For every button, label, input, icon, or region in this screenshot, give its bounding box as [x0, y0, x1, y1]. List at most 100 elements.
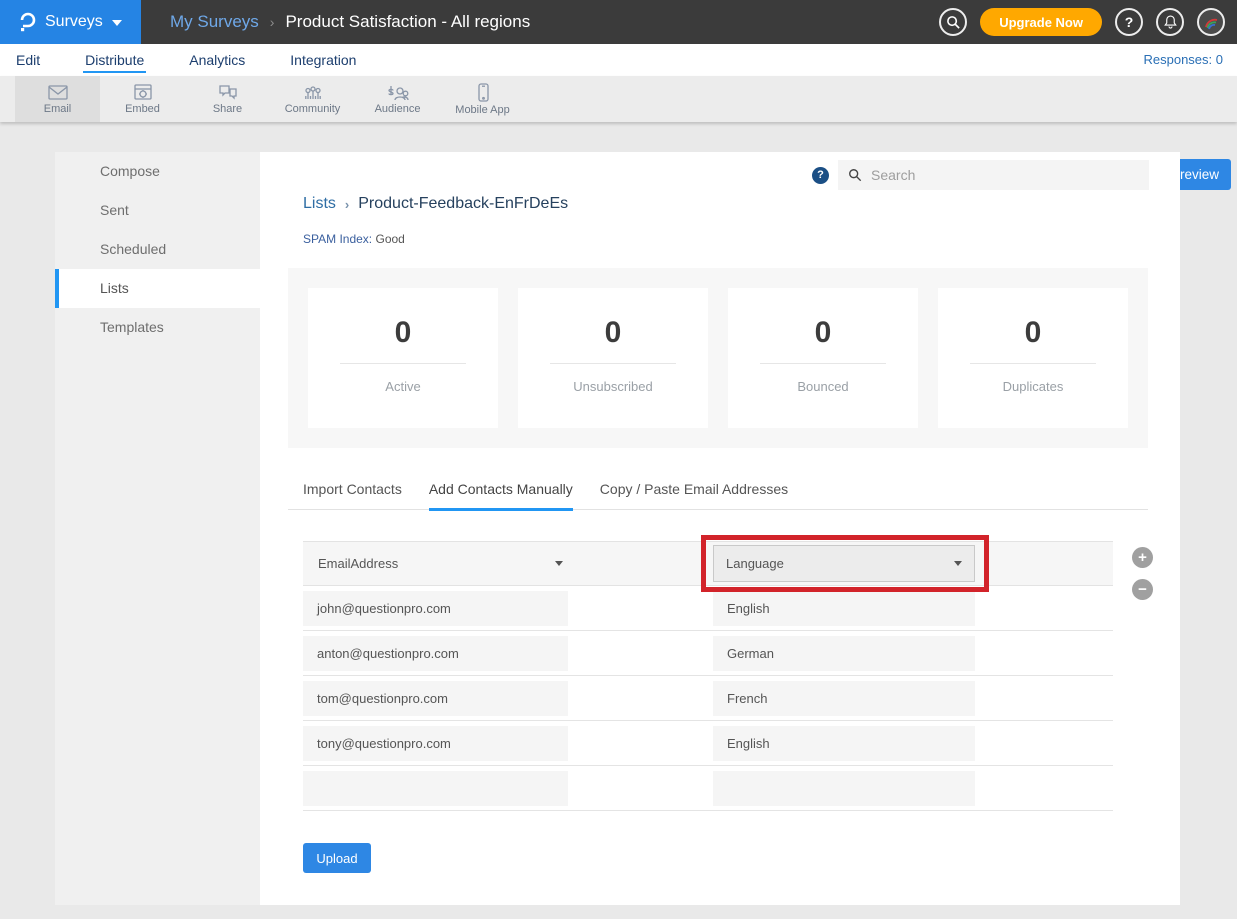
upload-button[interactable]: Upload [303, 843, 371, 873]
email-field[interactable]: john@questionpro.com [303, 591, 568, 626]
nav-tab-analytics[interactable]: Analytics [187, 47, 247, 73]
chevron-down-icon [555, 561, 563, 566]
stat-label: Active [308, 379, 498, 394]
top-header: Surveys My Surveys › Product Satisfactio… [0, 0, 1237, 44]
language-column-label: Language [726, 556, 784, 571]
add-row-button[interactable]: + [1132, 547, 1153, 568]
channel-label: Mobile App [455, 104, 509, 116]
remove-row-button[interactable]: − [1132, 579, 1153, 600]
search-button[interactable] [939, 8, 967, 36]
contacts-tabs: Import Contacts Add Contacts Manually Co… [288, 481, 1148, 510]
search-icon [946, 15, 961, 30]
help-circle-icon[interactable]: ? [812, 167, 829, 184]
table-row: tom@questionpro.com French [303, 676, 1113, 721]
sidebar-item-lists[interactable]: Lists [55, 269, 260, 308]
contacts-table-header: EmailAddress Language [303, 541, 1113, 586]
table-row: john@questionpro.com English [303, 586, 1113, 631]
email-icon [47, 84, 69, 102]
distribute-toolbar: Email Embed Share Community [0, 76, 1237, 122]
search-icon [848, 168, 862, 182]
channel-mobile-app[interactable]: Mobile App [440, 76, 525, 122]
chevron-down-icon [954, 561, 962, 566]
stat-card-duplicates: 0 Duplicates [938, 288, 1128, 428]
audience-icon [386, 84, 410, 102]
language-field[interactable]: German [713, 636, 975, 671]
survey-nav: Edit Distribute Analytics Integration Re… [0, 44, 1237, 76]
stat-label: Duplicates [938, 379, 1128, 394]
sidebar-item-templates[interactable]: Templates [55, 308, 260, 347]
stat-card-bounced: 0 Bounced [728, 288, 918, 428]
list-name: Product-Feedback-EnFrDeEs [358, 195, 568, 213]
row-controls: + − [1132, 547, 1153, 600]
breadcrumb: My Surveys › Product Satisfaction - All … [170, 0, 530, 44]
nav-tab-integration[interactable]: Integration [288, 47, 358, 73]
language-column-select[interactable]: Language [713, 545, 975, 582]
spam-index: SPAM Index: Good [303, 232, 405, 246]
language-field[interactable]: French [713, 681, 975, 716]
tab-import-contacts[interactable]: Import Contacts [303, 481, 402, 511]
channel-email[interactable]: Email [15, 76, 100, 122]
nav-tab-edit[interactable]: Edit [14, 47, 42, 73]
mobile-app-icon [473, 83, 493, 103]
language-field[interactable] [713, 771, 975, 806]
breadcrumb-separator: › [345, 197, 349, 212]
upgrade-now-button[interactable]: Upgrade Now [980, 8, 1102, 36]
breadcrumb-separator: › [270, 14, 275, 30]
avatar[interactable] [1197, 8, 1225, 36]
spam-index-label: SPAM Index: [303, 232, 372, 246]
table-row: anton@questionpro.com German [303, 631, 1113, 676]
questionpro-logo-icon [16, 11, 36, 33]
nav-tab-distribute[interactable]: Distribute [83, 47, 146, 73]
channel-audience[interactable]: Audience [355, 76, 440, 122]
channel-label: Community [285, 103, 341, 115]
breadcrumb-my-surveys[interactable]: My Surveys [170, 12, 259, 32]
language-field[interactable]: English [713, 591, 975, 626]
sidebar-item-compose[interactable]: Compose [55, 152, 260, 191]
channel-label: Share [213, 103, 242, 115]
stat-label: Bounced [728, 379, 918, 394]
divider [760, 363, 886, 364]
app-root: Surveys My Surveys › Product Satisfactio… [0, 0, 1237, 919]
channel-label: Audience [375, 103, 421, 115]
community-icon [302, 84, 324, 102]
main-panel: ? Lists › Product-Feedback-EnFrDeEs SPAM… [260, 152, 1180, 905]
responses-count: Responses: 0 [1144, 44, 1224, 76]
bell-icon [1163, 14, 1178, 30]
email-field[interactable]: tony@questionpro.com [303, 726, 568, 761]
notifications-button[interactable] [1156, 8, 1184, 36]
stat-label: Unsubscribed [518, 379, 708, 394]
search-input[interactable] [871, 167, 1139, 183]
share-icon [217, 84, 239, 102]
language-field[interactable]: English [713, 726, 975, 761]
stat-card-unsubscribed: 0 Unsubscribed [518, 288, 708, 428]
stat-value: 0 [308, 316, 498, 350]
sidebar-item-sent[interactable]: Sent [55, 191, 260, 230]
channel-label: Email [44, 103, 72, 115]
tab-copy-paste-email-addresses[interactable]: Copy / Paste Email Addresses [600, 481, 788, 511]
email-column-label: EmailAddress [318, 556, 398, 571]
email-field[interactable]: tom@questionpro.com [303, 681, 568, 716]
email-sidebar: Compose Sent Scheduled Lists Templates [55, 152, 260, 905]
chevron-down-icon [112, 20, 122, 26]
page-title: Product Satisfaction - All regions [285, 12, 530, 32]
channel-label: Embed [125, 103, 160, 115]
channel-community[interactable]: Community [270, 76, 355, 122]
spam-index-value: Good [375, 232, 404, 246]
breadcrumb-lists-link[interactable]: Lists [303, 195, 336, 213]
email-column-select[interactable]: EmailAddress [318, 542, 563, 585]
channel-share[interactable]: Share [185, 76, 270, 122]
channel-embed[interactable]: Embed [100, 76, 185, 122]
help-button[interactable]: ? [1115, 8, 1143, 36]
stat-card-active: 0 Active [308, 288, 498, 428]
product-switcher[interactable]: Surveys [0, 0, 141, 44]
question-mark-icon: ? [1125, 14, 1134, 30]
email-field[interactable] [303, 771, 568, 806]
contacts-rows: john@questionpro.com English anton@quest… [303, 586, 1113, 811]
email-field[interactable]: anton@questionpro.com [303, 636, 568, 671]
table-row: tony@questionpro.com English [303, 721, 1113, 766]
product-name: Surveys [45, 13, 103, 31]
sidebar-item-scheduled[interactable]: Scheduled [55, 230, 260, 269]
list-stats: 0 Active 0 Unsubscribed 0 Bounced 0 Dupl… [288, 268, 1148, 448]
tab-add-contacts-manually[interactable]: Add Contacts Manually [429, 481, 573, 511]
table-row [303, 766, 1113, 811]
